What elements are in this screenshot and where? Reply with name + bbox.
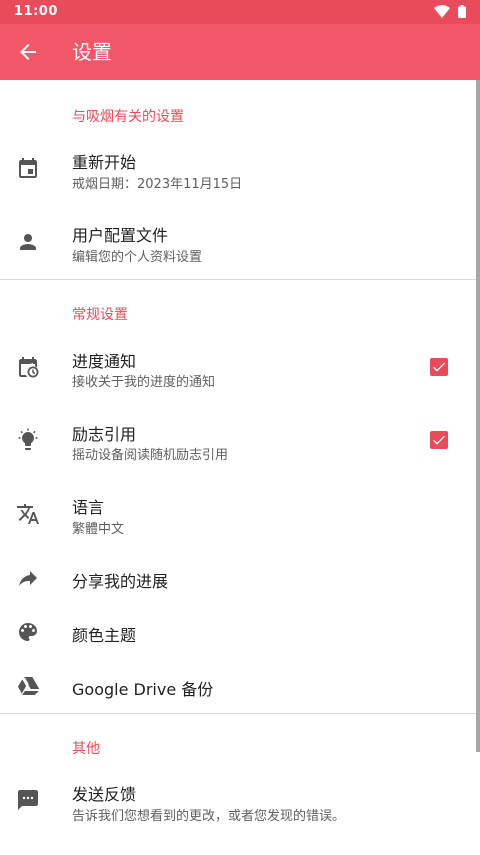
setting-share[interactable]: 分享我的进展	[0, 554, 476, 602]
wifi-icon	[434, 5, 450, 18]
setting-theme[interactable]: 颜色主题	[0, 608, 476, 656]
setting-share-title: 分享我的进展	[72, 572, 169, 591]
setting-theme-title: 颜色主题	[72, 626, 137, 645]
setting-motivational-quotes-subtitle: 摇动设备阅读随机励志引用	[72, 448, 229, 463]
checkmark-icon	[433, 435, 445, 445]
setting-backup[interactable]: Google Drive 备份	[0, 662, 476, 710]
page-title: 设置	[72, 40, 112, 64]
setting-restart-subtitle: 戒烟日期：2023年11月15日	[72, 177, 243, 192]
translate-icon	[17, 504, 39, 524]
motivational-quotes-checkbox[interactable]	[430, 431, 448, 449]
setting-restart-title: 重新开始	[72, 153, 137, 172]
progress-notification-checkbox[interactable]	[430, 358, 448, 376]
setting-restart[interactable]: 重新开始 戒烟日期：2023年11月15日	[0, 138, 476, 200]
calendar-clock-icon	[19, 357, 39, 378]
status-icons	[434, 5, 466, 18]
setting-language-title: 语言	[72, 498, 105, 517]
setting-profile-title: 用户配置文件	[72, 226, 169, 245]
setting-feedback[interactable]: 发送反馈 告诉我们您想看到的更改，或者您发现的错误。	[0, 772, 476, 832]
lightbulb-icon	[18, 428, 38, 450]
battery-icon	[458, 5, 466, 18]
setting-profile-subtitle: 编辑您的个人资料设置	[72, 250, 203, 265]
setting-feedback-subtitle: 告诉我们您想看到的更改，或者您发现的错误。	[72, 809, 346, 824]
feedback-icon	[18, 790, 38, 810]
setting-backup-title: Google Drive 备份	[72, 680, 214, 699]
setting-motivational-quotes-title: 励志引用	[72, 425, 137, 444]
section-divider	[0, 713, 476, 714]
status-time: 11:00	[14, 4, 58, 19]
section-divider	[0, 279, 476, 280]
google-drive-icon	[17, 677, 40, 696]
setting-language-subtitle: 繁體中文	[72, 522, 125, 537]
setting-progress-notification[interactable]: 进度通知 接收关于我的进度的通知	[0, 338, 476, 398]
person-icon	[20, 234, 36, 250]
scrollbar[interactable]	[476, 80, 480, 752]
palette-icon	[19, 623, 37, 641]
setting-profile[interactable]: 用户配置文件 编辑您的个人资料设置	[0, 210, 476, 272]
checkmark-icon	[433, 362, 445, 372]
setting-progress-notification-title: 进度通知	[72, 352, 137, 371]
share-icon	[19, 571, 37, 586]
section-header-general: 常规设置	[72, 307, 128, 323]
section-header-smoking: 与吸烟有关的设置	[72, 109, 184, 125]
setting-progress-notification-subtitle: 接收关于我的进度的通知	[72, 375, 216, 390]
back-arrow-icon[interactable]	[16, 40, 40, 64]
section-header-other: 其他	[72, 741, 100, 757]
setting-feedback-title: 发送反馈	[72, 785, 137, 804]
setting-language[interactable]: 语言 繁體中文	[0, 484, 476, 544]
settings-list[interactable]: 与吸烟有关的设置 重新开始 戒烟日期：2023年11月15日 用户配置文件 编辑…	[0, 80, 480, 855]
app-bar: 设置	[0, 24, 480, 80]
status-bar: 11:00	[0, 0, 480, 24]
calendar-icon	[19, 158, 37, 178]
setting-motivational-quotes[interactable]: 励志引用 摇动设备阅读随机励志引用	[0, 410, 476, 472]
